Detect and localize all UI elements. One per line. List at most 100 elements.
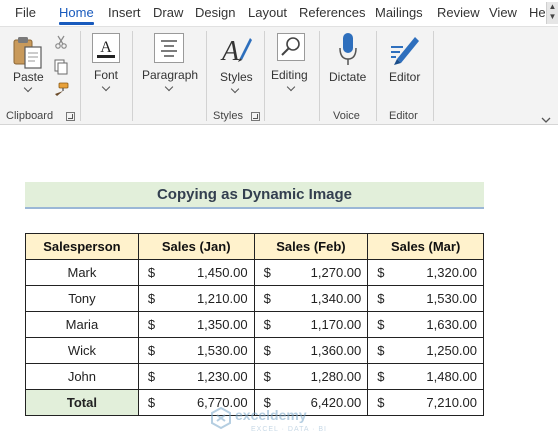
salesperson-cell: John xyxy=(25,363,139,390)
currency-symbol: $ xyxy=(147,265,156,280)
ribbon-tabs: File Home Insert Draw Design Layout Refe… xyxy=(0,0,558,26)
tab-review[interactable]: Review xyxy=(437,0,480,26)
table-row: John $1,230.00 $1,280.00 $1,480.00 xyxy=(25,363,484,390)
watermark-tagline: EXCEL · DATA · BI xyxy=(251,426,327,433)
paragraph-label: Paragraph xyxy=(142,68,199,82)
amount: 1,630.00 xyxy=(426,317,477,332)
header-sales-mar: Sales (Mar) xyxy=(367,233,484,260)
styles-icon: A xyxy=(220,36,252,67)
header-sales-feb: Sales (Feb) xyxy=(253,233,369,260)
currency-symbol: $ xyxy=(147,291,156,306)
group-paragraph: Paragraph xyxy=(133,27,206,125)
editor-pen-icon xyxy=(391,37,419,65)
editor-group-label: Editor xyxy=(389,110,418,122)
copy-button[interactable] xyxy=(53,59,69,75)
salesperson-cell: Maria xyxy=(25,311,139,338)
font-chevron-icon[interactable] xyxy=(101,82,111,92)
currency-symbol: $ xyxy=(377,369,385,384)
table-header-row: Salesperson Sales (Jan) Sales (Feb) Sale… xyxy=(25,233,484,260)
microphone-icon xyxy=(339,33,357,65)
sales-table[interactable]: Salesperson Sales (Jan) Sales (Feb) Sale… xyxy=(25,233,484,416)
styles-label: Styles xyxy=(220,70,253,84)
paragraph-icon xyxy=(154,33,184,63)
sales-mar-cell: $1,250.00 xyxy=(367,337,484,364)
editing-chevron-icon[interactable] xyxy=(286,82,296,92)
amount: 1,170.00 xyxy=(310,317,362,332)
paragraph-button[interactable] xyxy=(154,33,184,63)
editor-button[interactable] xyxy=(389,33,421,67)
chevron-down-icon xyxy=(541,117,551,123)
format-painter-button[interactable] xyxy=(53,82,69,98)
currency-symbol: $ xyxy=(147,317,156,332)
chevron-up-icon: ▲ xyxy=(548,2,557,11)
collapse-ribbon-button[interactable] xyxy=(541,111,551,123)
styles-chevron-icon[interactable] xyxy=(230,84,240,94)
tab-file[interactable]: File xyxy=(15,0,36,26)
document-page[interactable]: Copying as Dynamic Image Salesperson Sal… xyxy=(0,125,558,444)
currency-symbol: $ xyxy=(263,343,271,358)
clipboard-group-label: Clipboard xyxy=(6,110,54,122)
group-editing: Editing xyxy=(265,27,319,125)
currency-symbol: $ xyxy=(377,291,385,306)
sales-jan-cell: $1,350.00 xyxy=(137,311,255,338)
font-icon: A xyxy=(92,33,120,63)
currency-symbol: $ xyxy=(263,291,271,306)
copy-icon xyxy=(54,59,68,75)
editing-button[interactable] xyxy=(277,33,305,61)
paste-dropdown-chevron-icon[interactable] xyxy=(23,83,33,93)
paragraph-chevron-icon[interactable] xyxy=(164,82,174,92)
tab-home[interactable]: Home xyxy=(59,0,94,26)
svg-text:A: A xyxy=(220,36,240,67)
currency-symbol: $ xyxy=(377,317,385,332)
currency-symbol: $ xyxy=(377,395,385,410)
table-row: Wick $1,530.00 $1,360.00 $1,250.00 xyxy=(25,337,484,364)
sales-feb-cell: $1,280.00 xyxy=(253,363,369,390)
group-clipboard: Paste Clipboard xyxy=(0,27,80,125)
voice-group-label: Voice xyxy=(333,110,360,122)
currency-symbol: $ xyxy=(377,343,385,358)
tab-mailings[interactable]: Mailings xyxy=(375,0,423,26)
sales-feb-cell: $1,340.00 xyxy=(253,285,369,312)
sales-mar-cell: $1,480.00 xyxy=(367,363,484,390)
sales-mar-cell: $1,320.00 xyxy=(367,259,484,286)
tab-view[interactable]: View xyxy=(489,0,517,26)
amount: 1,350.00 xyxy=(196,317,248,332)
tab-references[interactable]: References xyxy=(299,0,365,26)
styles-button[interactable]: A xyxy=(220,32,252,68)
total-label-cell: Total xyxy=(25,389,139,416)
clipboard-launcher-icon[interactable] xyxy=(66,112,75,121)
svg-text:A: A xyxy=(100,39,112,56)
currency-symbol: $ xyxy=(147,369,156,384)
group-voice: Dictate Voice xyxy=(320,27,376,125)
tab-design[interactable]: Design xyxy=(195,0,235,26)
paste-label: Paste xyxy=(13,70,44,84)
cut-button[interactable] xyxy=(54,35,68,49)
sales-feb-cell: $1,270.00 xyxy=(253,259,369,286)
tab-draw[interactable]: Draw xyxy=(153,0,183,26)
amount: 1,270.00 xyxy=(310,265,362,280)
currency-symbol: $ xyxy=(263,369,271,384)
sales-feb-cell: $1,170.00 xyxy=(253,311,369,338)
tab-scroll-button[interactable]: ▲ ▼ xyxy=(546,2,558,24)
amount: 1,230.00 xyxy=(196,369,248,384)
dictate-button[interactable] xyxy=(338,32,358,68)
paste-button[interactable] xyxy=(11,34,45,72)
tab-layout[interactable]: Layout xyxy=(248,0,287,26)
table-row: Tony $1,210.00 $1,340.00 $1,530.00 xyxy=(25,285,484,312)
group-editor: Editor Editor xyxy=(377,27,433,125)
header-salesperson: Salesperson xyxy=(25,233,139,260)
tab-insert[interactable]: Insert xyxy=(108,0,141,26)
amount: 1,450.00 xyxy=(196,265,248,280)
dictate-label: Dictate xyxy=(329,70,367,84)
document-title: Copying as Dynamic Image xyxy=(156,186,353,203)
font-button[interactable]: A xyxy=(92,33,120,63)
styles-launcher-icon[interactable] xyxy=(251,112,260,121)
sales-jan-cell: $1,530.00 xyxy=(137,337,255,364)
watermark: exceldemy EXCEL · DATA · BI xyxy=(207,406,357,436)
ribbon-separator xyxy=(433,31,434,121)
sales-jan-cell: $1,230.00 xyxy=(137,363,255,390)
ribbon: Paste Clipboard A Font Paragraph A Style… xyxy=(0,26,558,125)
sales-mar-cell: $1,630.00 xyxy=(367,311,484,338)
total-mar-cell: $7,210.00 xyxy=(367,389,484,416)
sales-feb-cell: $1,360.00 xyxy=(253,337,369,364)
